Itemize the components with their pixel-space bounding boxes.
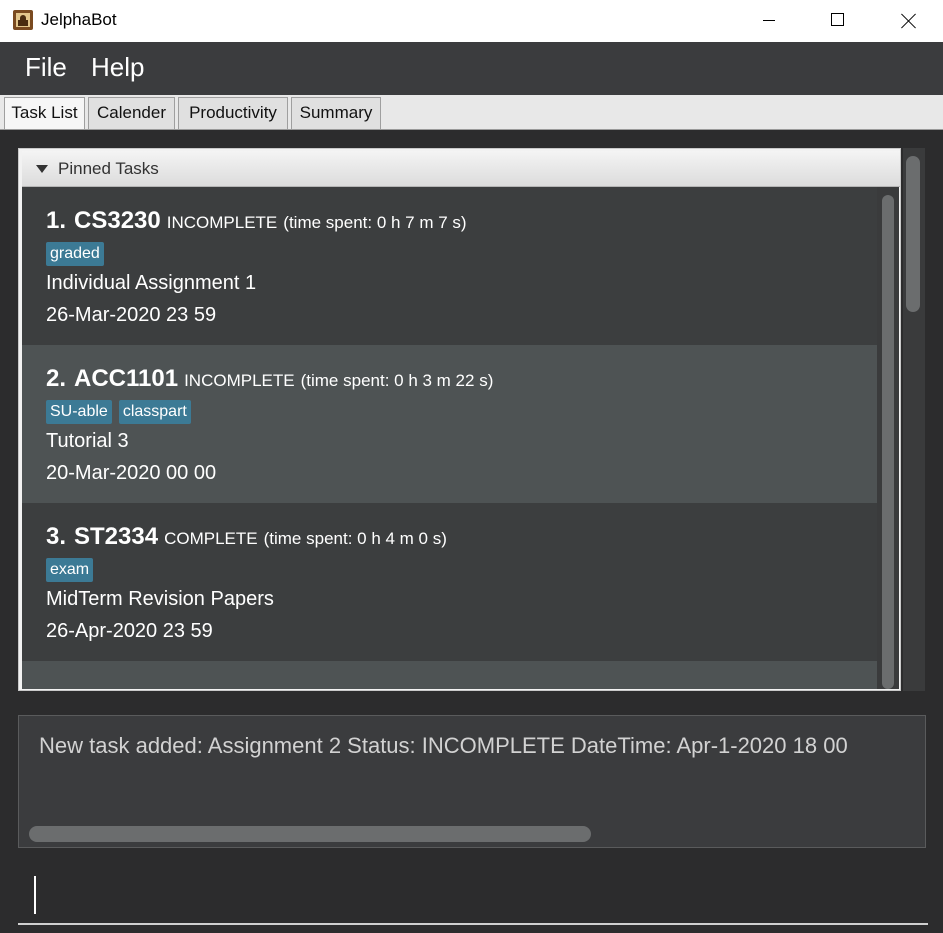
command-input-underline (18, 923, 928, 925)
tab-summary[interactable]: Summary (291, 97, 381, 129)
task-status: INCOMPLETE (184, 371, 295, 390)
task-tag: graded (46, 242, 104, 266)
task-date: 20-Mar-2020 00 00 (46, 462, 217, 484)
collapse-arrow-icon[interactable] (36, 165, 48, 173)
menu-bar: File Help (0, 42, 943, 95)
task-tag: SU-able (46, 400, 112, 424)
tab-calender[interactable]: Calender (88, 97, 175, 129)
result-horizontal-scrollbar[interactable] (29, 826, 591, 842)
command-box[interactable] (0, 855, 943, 933)
task-index: 2. (46, 365, 67, 392)
task-index: 3. (46, 523, 67, 550)
tab-productivity[interactable]: Productivity (178, 97, 288, 129)
task-card[interactable]: 3. ST2334 COMPLETE (time spent: 0 h 4 m 0 s… (22, 503, 877, 661)
minimize-button[interactable] (734, 0, 804, 42)
task-module-code: ACC1101 (74, 365, 179, 392)
maximize-button[interactable] (803, 0, 873, 42)
task-tag: exam (46, 558, 94, 582)
tab-task-list[interactable]: Task List (4, 97, 85, 129)
pinned-tasks-header[interactable]: Pinned Tasks (22, 151, 900, 187)
task-card-partial[interactable] (22, 661, 877, 689)
close-button[interactable] (873, 0, 943, 42)
task-description: Tutorial 3 (46, 430, 129, 452)
scrollbar-thumb[interactable] (882, 195, 894, 689)
title-bar: JelphaBot (0, 0, 943, 42)
pinned-tasks-label: Pinned Tasks (58, 159, 159, 178)
window-title: JelphaBot (41, 10, 117, 29)
task-card[interactable]: 1. CS3230 INCOMPLETE (time spent: 0 h 7 m 7… (22, 187, 877, 345)
task-status: INCOMPLETE (166, 213, 278, 232)
task-card[interactable]: 2. ACC1101 INCOMPLETE (time spent: 0 h 3 m … (22, 345, 877, 503)
app-icon (13, 10, 33, 30)
task-list[interactable]: 1. CS3230 INCOMPLETE (time spent: 0 h 7 m 7… (22, 187, 877, 689)
menu-help[interactable]: Help (91, 52, 144, 83)
task-tag: classpart (118, 400, 191, 424)
task-status: COMPLETE (164, 529, 258, 548)
task-date: 26-Mar-2020 23 59 (46, 304, 217, 326)
text-cursor (34, 876, 36, 914)
task-module-code: ST2334 (74, 523, 159, 550)
task-time-spent: (time spent: 0 h 4 m 0 s) (263, 529, 447, 548)
tab-bar: Task List Calender Productivity Summary (0, 95, 943, 130)
task-time-spent: (time spent: 0 h 7 m 7 s) (283, 213, 467, 232)
task-description: MidTerm Revision Papers (46, 588, 274, 610)
task-list-scrollbar[interactable] (877, 187, 899, 689)
scrollbar-thumb[interactable] (906, 156, 920, 312)
result-message: New task added: Assignment 2 Status: INC… (39, 733, 848, 758)
task-index: 1. (46, 207, 67, 234)
panel-scrollbar[interactable] (903, 148, 925, 691)
menu-file[interactable]: File (25, 52, 67, 83)
task-date: 26-Apr-2020 23 59 (46, 620, 213, 642)
result-display: New task added: Assignment 2 Status: INC… (18, 715, 926, 848)
task-description: Individual Assignment 1 (46, 272, 257, 294)
task-time-spent: (time spent: 0 h 3 m 22 s) (300, 371, 494, 390)
task-module-code: CS3230 (74, 207, 161, 234)
